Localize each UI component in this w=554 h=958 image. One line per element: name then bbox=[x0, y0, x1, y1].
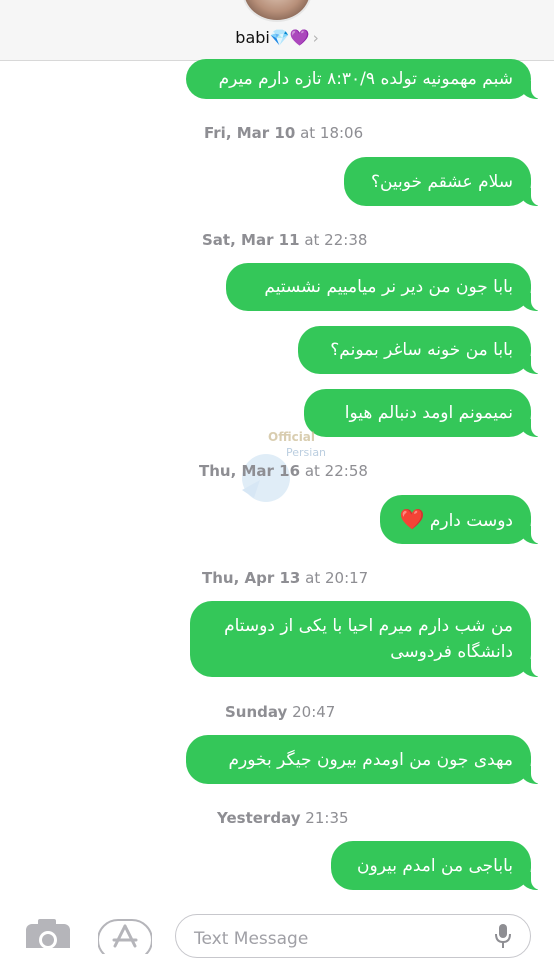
message-text: باباجی من امدم بیرون bbox=[357, 855, 513, 876]
timestamp: Sat, Mar 11 at 22:38 bbox=[202, 231, 368, 249]
timestamp: Thu, Mar 16 at 22:58 bbox=[199, 462, 368, 480]
watermark-text: Official bbox=[268, 430, 316, 444]
mic-icon[interactable] bbox=[494, 924, 512, 948]
composer-bar: Text Message bbox=[0, 904, 554, 958]
message-bubble[interactable]: من شب دارم میرم احیا با یکی از دوستام دان… bbox=[190, 601, 543, 677]
message-text: شبم مهمونیه تولده ۸:۳۰/۹ تازه دارم میرم bbox=[218, 69, 513, 89]
camera-icon[interactable] bbox=[26, 916, 70, 948]
message-bubble[interactable]: نمیمونم اومد دنبالم هیوا bbox=[304, 389, 543, 437]
message-text: سلام عشقم خوبین؟ bbox=[370, 171, 513, 192]
appstore-icon[interactable] bbox=[98, 914, 152, 954]
message-bubble[interactable]: سلام عشقم خوبین؟ bbox=[344, 157, 543, 206]
message-text: مهدی جون من اومدم بیرون جیگر بخورم bbox=[228, 749, 513, 770]
timestamp: Fri, Mar 10 at 18:06 bbox=[204, 124, 364, 142]
timestamp: Yesterday 21:35 bbox=[217, 809, 349, 827]
message-text: دوست دارم ❤️ bbox=[399, 506, 513, 531]
message-bubble[interactable]: باباجی من امدم بیرون bbox=[331, 841, 543, 890]
timestamp: Sunday 20:47 bbox=[225, 703, 336, 721]
message-text: بابا جون من دیر نر میامییم نشستیم bbox=[264, 277, 513, 297]
message-text: من شب دارم میرم احیا با یکی از دوستام دان… bbox=[224, 616, 513, 662]
message-text: بابا من خونه ساغر بمونم؟ bbox=[330, 340, 513, 360]
message-bubble[interactable]: دوست دارم ❤️ bbox=[380, 495, 543, 544]
message-input[interactable]: Text Message bbox=[175, 914, 531, 958]
message-thread: شبم مهمونیه تولده ۸:۳۰/۹ تازه دارم میرم … bbox=[0, 0, 554, 944]
message-bubble[interactable]: شبم مهمونیه تولده ۸:۳۰/۹ تازه دارم میرم bbox=[186, 59, 543, 99]
watermark-text: Persian bbox=[286, 446, 327, 459]
message-bubble[interactable]: بابا جون من دیر نر میامییم نشستیم bbox=[226, 263, 543, 311]
message-text: نمیمونم اومد دنبالم هیوا bbox=[344, 403, 513, 423]
red-heart-emoji: ❤️ bbox=[399, 506, 425, 531]
message-bubble[interactable]: مهدی جون من اومدم بیرون جیگر بخورم bbox=[186, 735, 543, 784]
timestamp: Thu, Apr 13 at 20:17 bbox=[202, 569, 369, 587]
message-bubble[interactable]: بابا من خونه ساغر بمونم؟ bbox=[298, 326, 543, 374]
